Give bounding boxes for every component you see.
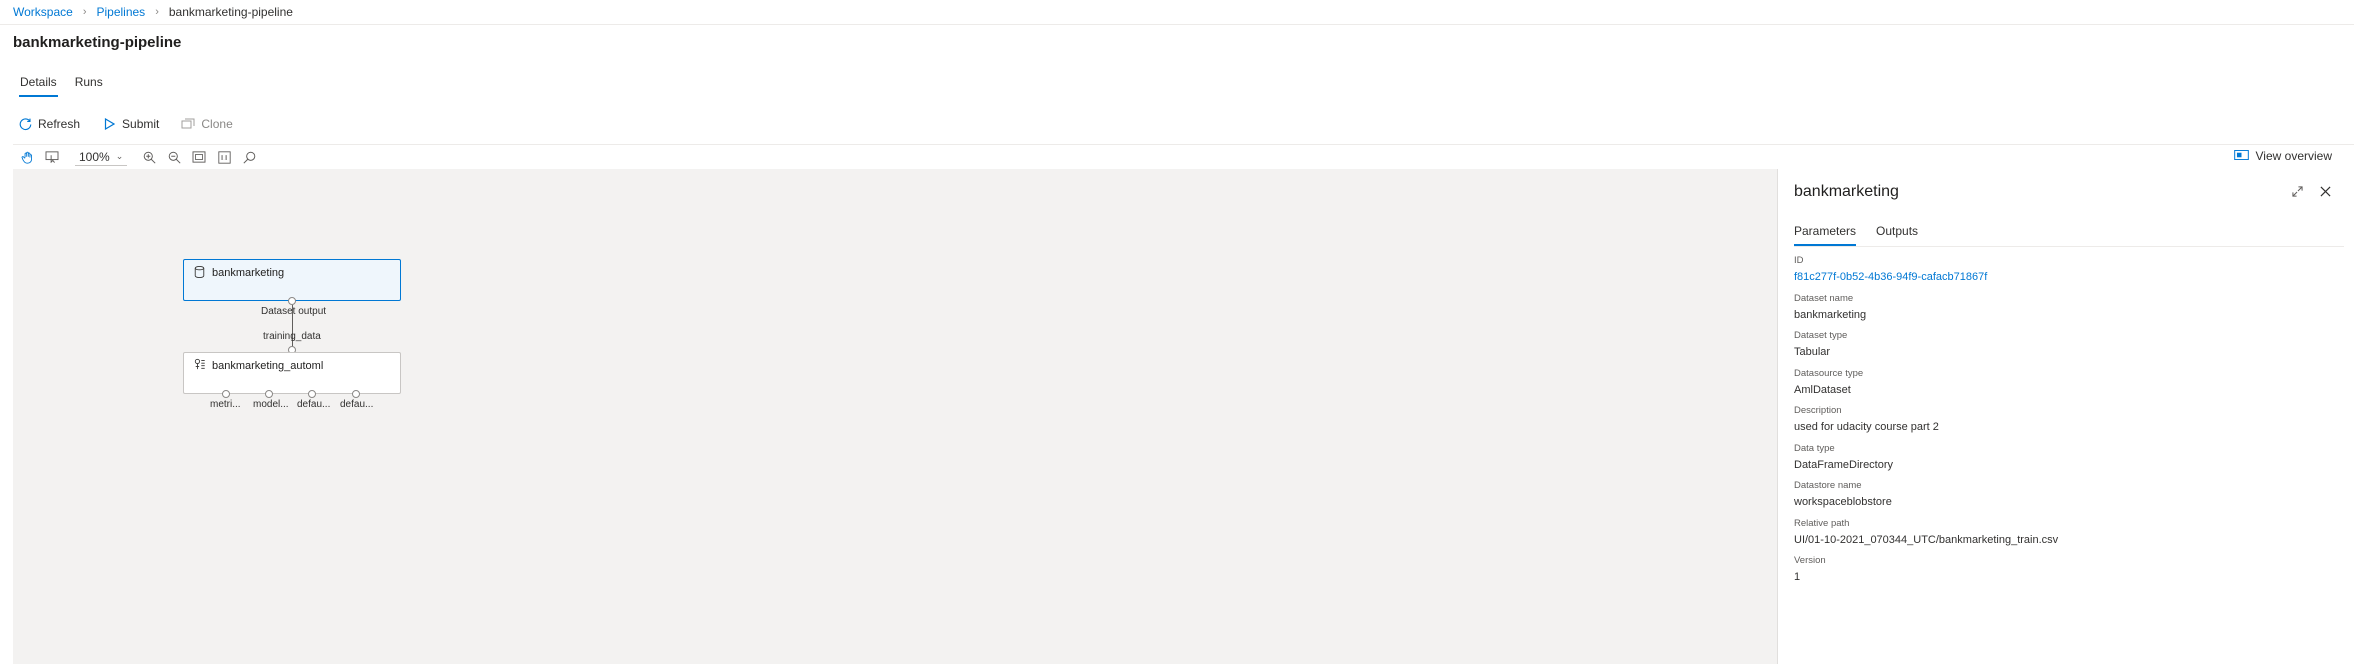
prop-label: Version: [1794, 555, 1826, 566]
refresh-button[interactable]: Refresh: [18, 117, 80, 131]
tab-outputs[interactable]: Outputs: [1876, 224, 1918, 246]
chevron-right-icon: ›: [155, 6, 159, 18]
dataset-node[interactable]: bankmarketing: [183, 259, 401, 301]
close-icon[interactable]: [2318, 184, 2332, 198]
prop-datastore-name: Datastore name workspaceblobstore: [1794, 480, 2058, 518]
fit-screen-icon[interactable]: [188, 146, 210, 168]
prop-label: Dataset name: [1794, 292, 1854, 304]
automl-output-port-4[interactable]: [352, 390, 360, 398]
panel-actions: [2290, 184, 2332, 198]
chevron-right-icon: ›: [82, 6, 87, 18]
play-icon: [102, 117, 116, 131]
output-port-label-3: defau...: [297, 399, 331, 410]
prop-dataset-type: Dataset type Tabular: [1794, 330, 2058, 368]
dataset-output-label: Dataset output: [261, 306, 327, 317]
prop-value: used for udacity course part 2: [1794, 421, 1939, 433]
prop-description: Description used for udacity course part…: [1794, 405, 2058, 443]
prop-label: Datasource type: [1794, 367, 1864, 379]
prop-label: ID: [1794, 255, 1804, 266]
breadcrumb-pipelines-link[interactable]: Pipelines: [96, 5, 145, 19]
view-overview-button[interactable]: View overview: [2233, 149, 2332, 163]
prop-relative-path: Relative path UI/01-10-2021_070344_UTC/b…: [1794, 518, 2058, 556]
canvas-toolbar: 100% ⌄ View overview: [13, 144, 2354, 169]
prop-value: workspaceblobstore: [1794, 496, 1892, 508]
dataset-output-port[interactable]: [288, 297, 296, 305]
tab-runs[interactable]: Runs: [75, 75, 103, 97]
page-title: bankmarketing-pipeline: [13, 34, 182, 51]
output-port-label-2: model...: [253, 399, 289, 410]
prop-datasource-type: Datasource type AmlDataset: [1794, 368, 2058, 406]
prop-id: ID f81c277f-0b52-4b36-94f9-cafacb71867f: [1794, 255, 2058, 293]
submit-button[interactable]: Submit: [102, 117, 159, 131]
zoom-out-icon[interactable]: [163, 146, 185, 168]
automl-output-port-1[interactable]: [222, 390, 230, 398]
chevron-down-icon: ⌄: [115, 151, 124, 161]
refresh-label: Refresh: [38, 117, 81, 131]
clone-button[interactable]: Clone: [181, 117, 233, 131]
clone-icon: [181, 117, 195, 131]
zoom-in-icon[interactable]: [138, 146, 160, 168]
refresh-icon: [18, 117, 32, 131]
prop-dataset-name: Dataset name bankmarketing: [1794, 293, 2058, 331]
prop-value: DataFrameDirectory: [1794, 458, 1894, 471]
panel-tabs-divider: [1794, 246, 2344, 247]
prop-label: Description: [1794, 405, 1842, 416]
zoom-dropdown[interactable]: 100% ⌄: [75, 148, 128, 166]
prop-label: Datastore name: [1794, 480, 1862, 491]
expand-icon[interactable]: [2290, 184, 2304, 198]
view-overview-label: View overview: [2255, 149, 2332, 163]
submit-label: Submit: [122, 117, 160, 131]
prop-label: Relative path: [1794, 517, 1850, 529]
tab-parameters[interactable]: Parameters: [1794, 224, 1857, 246]
automl-output-port-3[interactable]: [308, 390, 316, 398]
training-data-label: training_data: [263, 331, 321, 342]
prop-value: AmlDataset: [1794, 383, 1851, 396]
panel-tabs: Parameters Outputs: [1794, 224, 1918, 246]
prop-data-type: Data type DataFrameDirectory: [1794, 443, 2058, 481]
breadcrumb-workspace-link[interactable]: Workspace: [13, 5, 73, 19]
breadcrumb-current: bankmarketing-pipeline: [168, 5, 293, 19]
prop-value: 1: [1794, 571, 1801, 583]
dataset-node-label: bankmarketing: [212, 267, 285, 279]
prop-value: UI/01-10-2021_070344_UTC/bankmarketing_t…: [1794, 533, 2059, 546]
details-panel: bankmarketing Parameters Outputs ID f81c…: [1777, 169, 2354, 664]
pan-hand-icon[interactable]: [16, 146, 38, 168]
prop-value: bankmarketing: [1794, 308, 1867, 321]
page-tabs: Details Runs: [19, 75, 103, 97]
pipeline-canvas[interactable]: bankmarketing Dataset output training_da…: [13, 169, 1777, 664]
panel-title: bankmarketing: [1794, 183, 1899, 200]
automl-node[interactable]: bankmarketing_automl: [183, 352, 401, 394]
overview-icon: [2233, 149, 2249, 163]
header-divider: [0, 24, 2354, 25]
clone-label: Clone: [201, 117, 233, 131]
automl-output-port-2[interactable]: [265, 390, 273, 398]
prop-id-link[interactable]: f81c277f-0b52-4b36-94f9-cafacb71867f: [1794, 269, 2058, 285]
output-port-label-1: metri...: [210, 399, 241, 410]
search-icon[interactable]: [238, 146, 260, 168]
prop-version: Version 1: [1794, 555, 2058, 593]
parameter-list: ID f81c277f-0b52-4b36-94f9-cafacb71867f …: [1794, 255, 2058, 593]
output-port-label-4: defau...: [340, 399, 374, 410]
prop-value: Tabular: [1794, 346, 1831, 358]
dataset-icon: [194, 266, 206, 279]
command-bar: Refresh Submit Clone: [18, 117, 233, 131]
connection-edge: [292, 305, 293, 349]
select-icon[interactable]: [41, 146, 63, 168]
zoom-value: 100%: [79, 149, 110, 164]
automl-icon: [194, 358, 206, 370]
prop-label: Dataset type: [1794, 330, 1848, 341]
tab-details[interactable]: Details: [19, 75, 58, 97]
prop-label: Data type: [1794, 442, 1835, 454]
actual-size-icon[interactable]: [213, 146, 235, 168]
automl-node-label: bankmarketing_automl: [212, 360, 324, 372]
breadcrumb: Workspace › Pipelines › bankmarketing-pi…: [13, 5, 293, 19]
